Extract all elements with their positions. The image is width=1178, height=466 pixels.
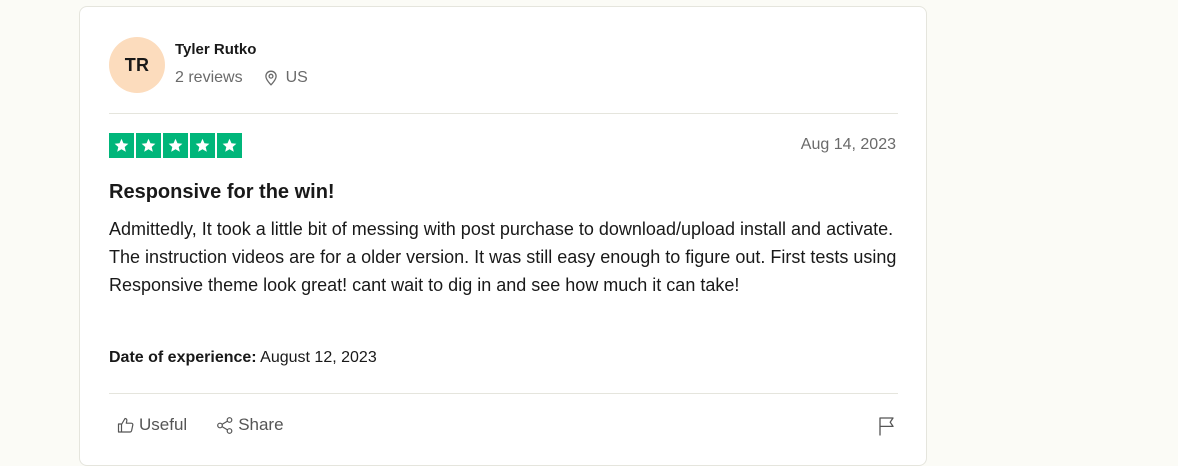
review-title[interactable]: Responsive for the win!	[109, 179, 335, 205]
share-label: Share	[238, 415, 284, 434]
review-date: Aug 14, 2023	[800, 136, 896, 153]
avatar[interactable]: TR	[109, 37, 165, 93]
divider	[109, 113, 898, 114]
experience-date: August 12, 2023	[256, 349, 377, 366]
report-flag-button[interactable]	[878, 416, 896, 441]
star-icon	[190, 133, 215, 158]
divider	[109, 393, 898, 394]
useful-button[interactable]: Useful	[117, 415, 187, 435]
experience-label: Date of experience:	[109, 349, 257, 366]
star-icon	[109, 133, 134, 158]
review-card: TR Tyler Rutko 2 reviews US Aug 14, 2023…	[79, 6, 927, 466]
share-icon	[217, 417, 233, 434]
consumer-location: US	[263, 69, 308, 87]
thumbs-up-icon	[117, 417, 134, 433]
consumer-details: Tyler Rutko 2 reviews US	[175, 37, 308, 87]
star-rating	[109, 133, 242, 158]
star-icon	[136, 133, 161, 158]
consumer-name[interactable]: Tyler Rutko	[175, 41, 308, 59]
country-code: US	[285, 69, 308, 86]
share-button[interactable]: Share	[216, 415, 284, 435]
consumer-info: TR Tyler Rutko 2 reviews US	[109, 37, 308, 93]
review-body: Admittedly, It took a little bit of mess…	[109, 219, 897, 295]
review-actions: Useful Share	[117, 415, 313, 435]
date-of-experience: Date of experience: August 12, 2023	[109, 349, 377, 367]
useful-label: Useful	[139, 415, 188, 434]
reviews-count: 2 reviews	[175, 69, 243, 86]
consumer-meta: 2 reviews US	[175, 69, 308, 87]
flag-icon	[879, 417, 894, 436]
star-icon	[163, 133, 188, 158]
location-pin-icon	[264, 70, 277, 86]
star-icon	[217, 133, 242, 158]
